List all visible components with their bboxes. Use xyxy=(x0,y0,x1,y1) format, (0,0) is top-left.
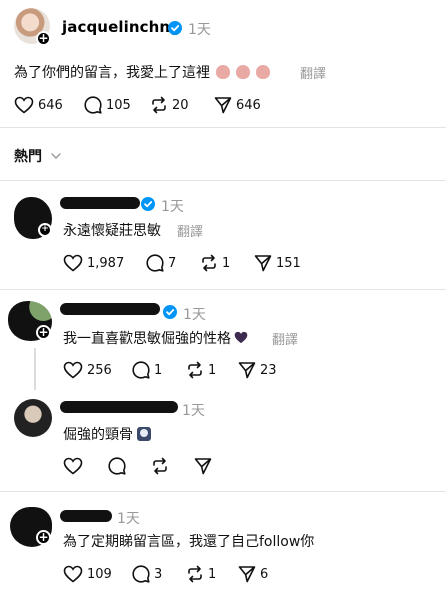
repost-icon xyxy=(153,457,167,475)
send-icon xyxy=(238,362,256,379)
comment-bubble-icon xyxy=(84,96,102,114)
like-button[interactable]: 256 xyxy=(63,361,112,379)
heart-icon xyxy=(63,361,83,379)
redacted-username xyxy=(60,401,178,413)
repost-count: 1 xyxy=(208,566,217,582)
share-count: 151 xyxy=(276,255,301,271)
comment-bubble-icon xyxy=(132,565,150,583)
divider xyxy=(0,180,446,181)
redacted-username xyxy=(60,510,112,522)
post-text: 為了你們的留言，我愛上了這裡 xyxy=(14,62,270,82)
repost-button[interactable]: 1 xyxy=(186,361,216,379)
follow-plus-icon[interactable]: + xyxy=(36,31,51,46)
like-button[interactable]: 109 xyxy=(63,565,112,583)
repost-button[interactable]: 1 xyxy=(200,254,230,272)
divider xyxy=(0,127,446,128)
comment-count: 3 xyxy=(154,566,163,582)
comment-count: 7 xyxy=(168,255,177,271)
comment-button[interactable]: 1 xyxy=(132,361,162,379)
send-icon xyxy=(238,566,256,583)
comment-time: 1天 xyxy=(117,511,140,527)
repost-button[interactable]: 20 xyxy=(150,96,189,114)
sort-selector[interactable]: 熱門 xyxy=(14,146,61,166)
hand-emoji-icon xyxy=(216,65,230,79)
verified-badge-icon xyxy=(141,197,155,211)
heart-icon xyxy=(63,457,83,475)
like-count: 256 xyxy=(87,362,112,378)
repost-icon xyxy=(202,254,216,272)
follow-plus-icon[interactable]: + xyxy=(36,325,51,340)
share-button[interactable]: 6 xyxy=(238,565,268,583)
repost-count: 20 xyxy=(172,97,189,113)
comment-bubble-icon xyxy=(146,254,164,272)
reply-avatar[interactable] xyxy=(14,399,52,437)
repost-count: 1 xyxy=(222,255,231,271)
hand-emoji-icon xyxy=(236,65,250,79)
share-button[interactable]: 646 xyxy=(214,96,261,114)
comment-bubble-icon xyxy=(108,457,126,475)
purple-heart-emoji-icon xyxy=(234,331,248,344)
share-button[interactable]: 23 xyxy=(238,361,277,379)
translate-link[interactable]: 翻譯 xyxy=(300,63,326,82)
heart-icon xyxy=(63,565,83,583)
like-button[interactable]: 646 xyxy=(14,96,63,114)
verified-badge-icon xyxy=(168,21,182,35)
comment-count: 1 xyxy=(154,362,163,378)
comment-text: 我一直喜歡思敏倔強的性格 xyxy=(63,328,248,348)
redacted-username xyxy=(60,197,140,209)
comment-time: 1天 xyxy=(183,307,206,323)
repost-icon xyxy=(152,96,166,114)
share-count: 6 xyxy=(260,566,269,582)
comment-time: 1天 xyxy=(161,199,184,215)
reply-text: 倔強的頸骨 xyxy=(63,424,151,444)
repost-button[interactable] xyxy=(151,457,169,475)
skull-emoji-icon xyxy=(137,427,151,441)
comment-button[interactable]: 7 xyxy=(146,254,176,272)
repost-icon xyxy=(188,361,202,379)
send-icon xyxy=(254,255,272,272)
heart-icon xyxy=(14,96,34,114)
translate-link[interactable]: 翻譯 xyxy=(177,221,203,240)
like-count: 109 xyxy=(87,566,112,582)
repost-count: 1 xyxy=(208,362,217,378)
post-time: 1天 xyxy=(188,22,211,38)
comment-text: 永遠懷疑莊思敏 xyxy=(63,223,161,239)
repost-button[interactable]: 1 xyxy=(186,565,216,583)
translate-link[interactable]: 翻譯 xyxy=(272,329,298,348)
divider xyxy=(0,289,446,290)
share-button[interactable]: 151 xyxy=(254,254,301,272)
send-icon xyxy=(194,458,212,475)
like-count: 646 xyxy=(38,97,63,113)
chevron-down-icon xyxy=(51,153,61,159)
like-count: 1,987 xyxy=(87,255,125,271)
like-button[interactable] xyxy=(63,457,83,475)
divider xyxy=(0,491,446,492)
hand-emoji-icon xyxy=(256,65,270,79)
thread-line xyxy=(34,348,36,390)
heart-icon xyxy=(63,254,83,272)
follow-plus-icon[interactable]: + xyxy=(36,530,51,545)
like-button[interactable]: 1,987 xyxy=(63,254,124,272)
author-username[interactable]: jacquelinchng xyxy=(62,18,181,36)
share-button[interactable] xyxy=(194,457,212,475)
comment-text: 為了定期睇留言區，我還了自己follow你 xyxy=(63,534,315,550)
share-count: 23 xyxy=(260,362,277,378)
repost-icon xyxy=(188,565,202,583)
verified-badge-icon xyxy=(163,305,177,319)
reply-time: 1天 xyxy=(182,403,205,419)
send-icon xyxy=(214,97,232,114)
comment-button[interactable]: 3 xyxy=(132,565,162,583)
follow-plus-icon[interactable]: + xyxy=(38,223,52,237)
comment-button[interactable] xyxy=(108,457,126,475)
comment-bubble-icon xyxy=(132,361,150,379)
redacted-username xyxy=(60,303,160,315)
sort-label: 熱門 xyxy=(14,149,42,165)
share-count: 646 xyxy=(236,97,261,113)
comment-button[interactable]: 105 xyxy=(84,96,131,114)
comment-count: 105 xyxy=(106,97,131,113)
